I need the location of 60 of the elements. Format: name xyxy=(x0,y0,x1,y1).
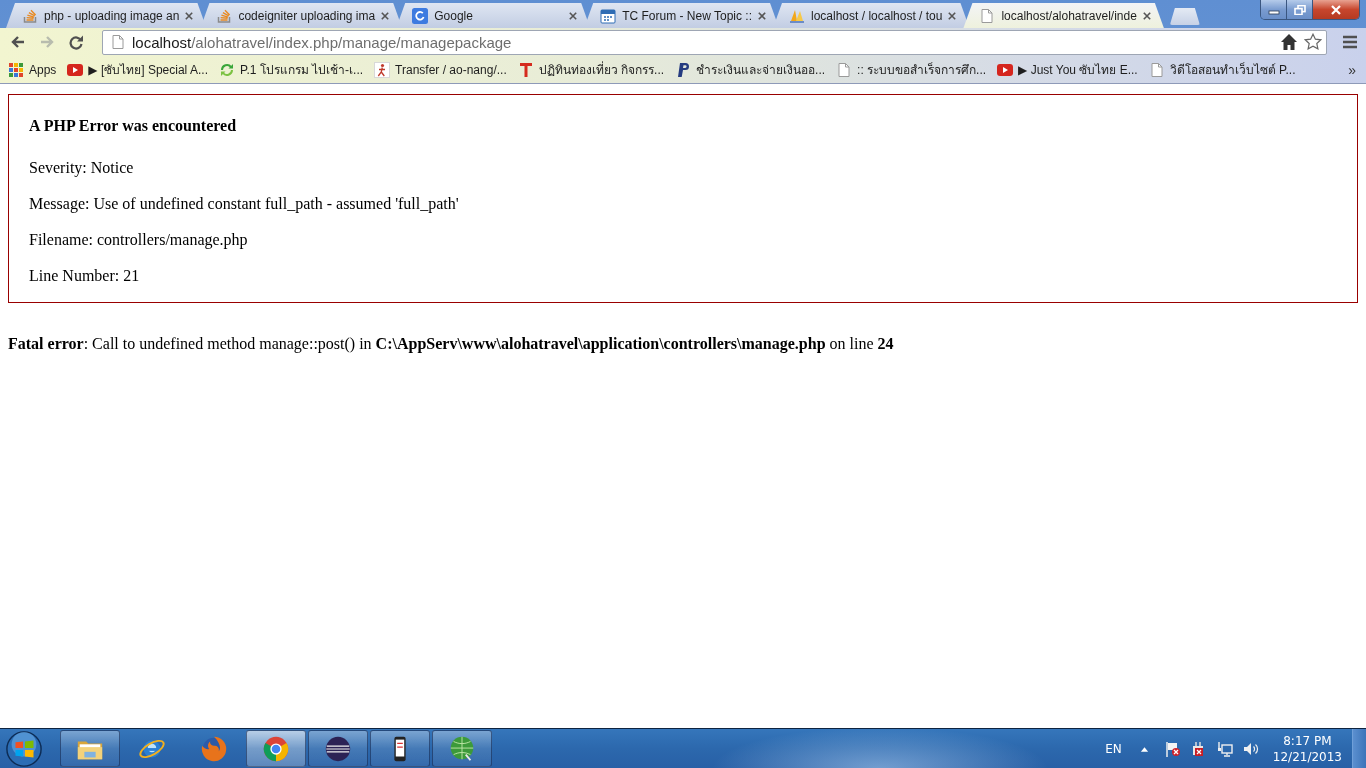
circular-arrows-icon xyxy=(218,61,235,78)
video-play-icon xyxy=(997,61,1014,78)
language-indicator[interactable]: EN xyxy=(1105,741,1122,756)
error-detail: Message: Use of undefined constant full_path - assumed 'full_path' xyxy=(29,194,460,214)
clock-date[interactable]: 12/21/2013 xyxy=(1272,748,1342,765)
t-bar-icon xyxy=(517,61,534,78)
close-icon[interactable] xyxy=(948,11,957,20)
restore-button[interactable] xyxy=(1287,0,1313,19)
close-icon[interactable] xyxy=(185,11,194,20)
bookmark-item[interactable]: Transfer / ao-nang/... xyxy=(374,61,507,78)
stack-icon xyxy=(22,7,38,24)
error-detail: Line Number: 21 xyxy=(29,266,141,286)
error-detail: Filename: controllers/manage.php xyxy=(29,230,249,250)
video-play-icon xyxy=(67,61,84,78)
bookmark-item[interactable]: วิดีโอสอนทำเว็บไซต์ P... xyxy=(1148,60,1296,79)
slanted-mark-icon xyxy=(675,61,692,78)
page-icon xyxy=(1148,61,1165,78)
calendar-icon xyxy=(600,7,617,24)
clock-time[interactable]: 8:17 PM xyxy=(1283,732,1332,749)
close-icon[interactable] xyxy=(758,11,766,20)
close-icon[interactable] xyxy=(569,11,578,20)
bookmark-item[interactable]: ▶ [ซับไทย] Special A... xyxy=(67,60,208,79)
home-icon[interactable] xyxy=(1280,33,1298,51)
reload-icon[interactable] xyxy=(68,34,84,50)
error-detail: Severity: Notice xyxy=(29,158,135,178)
close-icon[interactable] xyxy=(1142,11,1151,20)
apps-grid-icon xyxy=(8,61,24,78)
minimize-button[interactable] xyxy=(1261,0,1287,19)
fatal-error-message: Fatal error: Call to undefined method manage::post() in C:\AppServ\www\alohatravel\application\controllers\manage.php on line 24 xyxy=(8,335,894,352)
page-icon xyxy=(979,7,996,24)
bookmark-item[interactable]: Apps xyxy=(8,61,57,78)
star-icon[interactable] xyxy=(1304,33,1322,51)
error-heading: A PHP Error was encountered xyxy=(29,116,238,136)
page-icon xyxy=(836,61,853,78)
address-field[interactable]: localhost/alohatravel/index.php/manage/managepackage xyxy=(102,29,1327,55)
flag-icon[interactable] xyxy=(1164,740,1181,757)
bookmark-item[interactable]: ปฏิทินท่องเที่ยว กิจกรร... xyxy=(517,60,665,79)
runner-icon xyxy=(374,61,391,78)
taskbar-button[interactable] xyxy=(370,730,430,767)
browser-tab[interactable]: localhost/alohatravel/inde xyxy=(963,3,1164,28)
new-tab-button[interactable] xyxy=(1169,8,1200,25)
back-icon[interactable] xyxy=(10,34,26,50)
close-icon xyxy=(1330,4,1342,15)
stack-icon xyxy=(216,7,233,24)
close-icon[interactable] xyxy=(381,11,390,20)
taskbar-button[interactable] xyxy=(60,730,120,767)
page-icon xyxy=(110,34,126,50)
start-orb-icon[interactable] xyxy=(4,729,44,768)
bookmark-item[interactable]: ▶ Just You ซับไทย E... xyxy=(997,60,1138,79)
menu-icon[interactable] xyxy=(1342,34,1358,50)
caret-up-icon[interactable] xyxy=(1139,745,1149,752)
bookmark-item[interactable]: ชำระเงินและจ่ายเงินออ... xyxy=(675,60,826,79)
bookmarks-overflow-button[interactable]: » xyxy=(1342,61,1362,78)
url-text: localhost/alohatravel/index.php/manage/managepackage xyxy=(132,33,513,51)
bookmark-item[interactable]: :: ระบบขอสำเร็จการศึก... xyxy=(836,60,987,79)
ring-tile-icon xyxy=(412,7,429,24)
close-button[interactable] xyxy=(1313,0,1359,19)
restore-icon xyxy=(1293,4,1306,15)
network-icon[interactable] xyxy=(1216,740,1233,757)
bookmark-item[interactable]: P.1 โปรแกรม ไปเช้า-เ... xyxy=(218,60,364,79)
